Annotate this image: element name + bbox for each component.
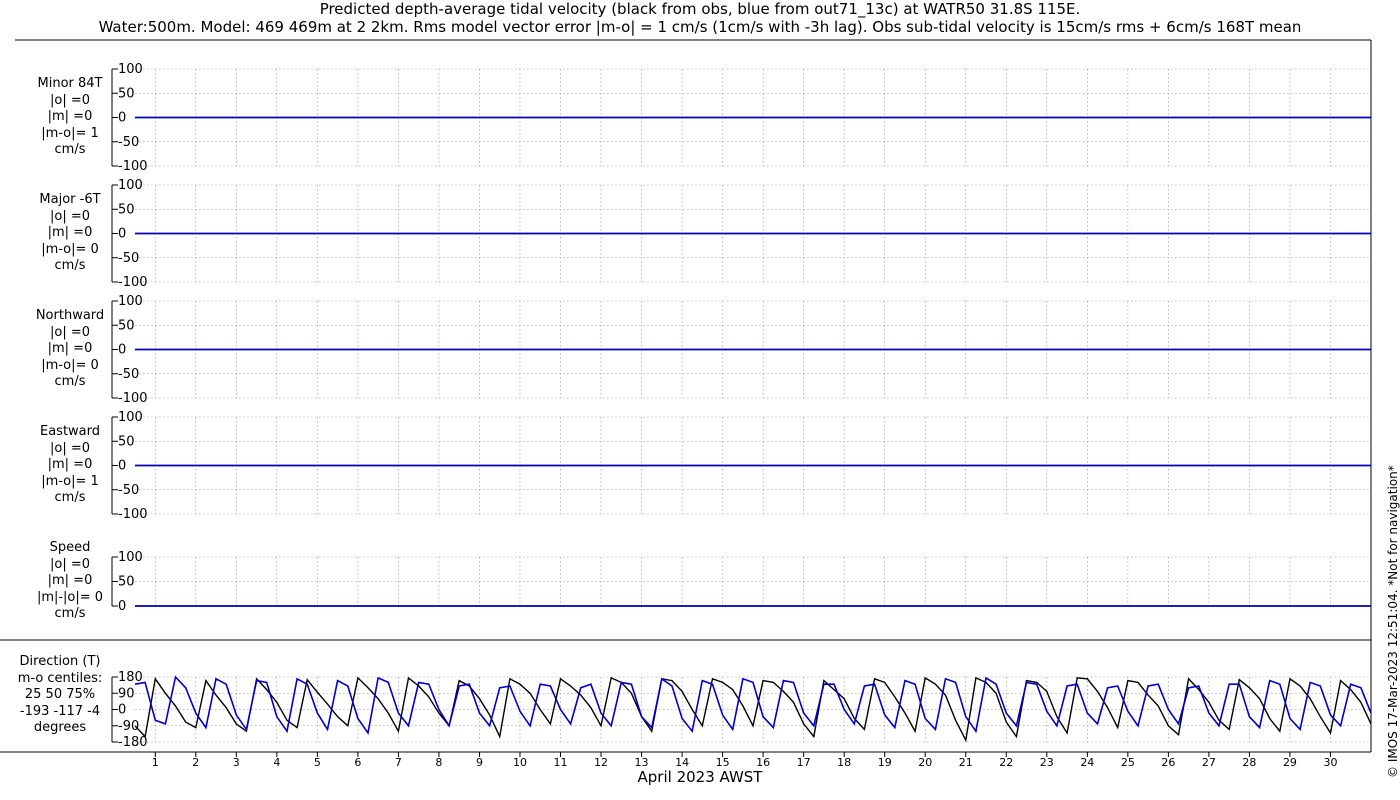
panel-label-northward: Northward |o| =0 |m| =0 |m-o|= 0 cm/s	[5, 308, 135, 391]
panel-label-major: Major -6T |o| =0 |m| =0 |m-o|= 0 cm/s	[5, 192, 135, 275]
y-tick-label: 100	[118, 410, 143, 425]
panel-label-line: |m| =0	[47, 225, 93, 240]
panel-label-line: Minor 84T	[37, 76, 103, 91]
panel-label-line: m-o centiles:	[17, 670, 103, 686]
panel-label-line: |o| =0	[49, 208, 90, 224]
panel-label-line: cm/s	[54, 142, 86, 157]
panel-label-line: |m-o|= 1	[41, 125, 99, 141]
panel-label-line: |o| =0	[49, 324, 90, 340]
y-tick-label: -100	[118, 159, 148, 174]
y-tick-label: 100	[118, 294, 143, 309]
panel-label-line: cm/s	[54, 606, 86, 621]
tidal-velocity-chart: -100-50050100-100-50050100-100-50050100-…	[0, 39, 1372, 769]
panel-label-line: cm/s	[54, 374, 86, 389]
panel-label-line: Eastward	[39, 424, 101, 439]
y-tick-label: 100	[118, 178, 143, 193]
y-tick-label: -180	[118, 735, 148, 750]
y-tick-label: -100	[118, 275, 148, 290]
panel-label-line: |o| =0	[49, 440, 90, 456]
y-tick-label: -100	[118, 391, 148, 406]
panel-label-eastward: Eastward |o| =0 |m| =0 |m-o|= 1 cm/s	[5, 424, 135, 507]
panel-label-minor: Minor 84T |o| =0 |m| =0 |m-o|= 1 cm/s	[5, 76, 135, 159]
panel-label-line: degrees	[33, 720, 87, 735]
panel-label-line: |m-o|= 1	[41, 473, 99, 489]
panel-label-line: |m-o|= 0	[41, 357, 99, 373]
panel-label-line: |m| =0	[47, 573, 93, 588]
panel-label-line: |o| =0	[49, 556, 90, 572]
copyright-notice: © IMOS 17-Mar-2023 12:51:04. *Not for na…	[1386, 465, 1400, 778]
panel-label-line: Major -6T	[39, 192, 101, 207]
panel-label-line: |m| =0	[47, 109, 93, 124]
obs-series-line	[134, 676, 1372, 743]
x-axis-label: April 2023 AWST	[637, 768, 763, 786]
y-tick-label: 90	[118, 686, 135, 701]
panel-label-speed: Speed |o| =0 |m| =0 |m|-|o|= 0 cm/s	[5, 540, 135, 623]
panel-label-line: Speed	[49, 540, 91, 555]
panel-label-line: |m|-|o|= 0	[36, 589, 104, 605]
panel-label-line: 25 50 75%	[24, 687, 96, 702]
panel-label-line: -193 -117 -4	[19, 703, 101, 719]
panel-label-line: |m| =0	[47, 457, 93, 472]
panel-label-line: |o| =0	[49, 92, 90, 108]
y-tick-label: 100	[118, 62, 143, 77]
panel-label-line: |m-o|= 0	[41, 241, 99, 257]
panel-label-direction: Direction (T) m-o centiles: 25 50 75% -1…	[0, 654, 120, 737]
y-tick-label: -100	[118, 507, 148, 522]
panel-label-line: cm/s	[54, 258, 86, 273]
panel-label-line: Northward	[35, 308, 105, 323]
panel-label-line: cm/s	[54, 490, 86, 505]
panel-label-line: Direction (T)	[19, 654, 101, 669]
panel-label-line: |m| =0	[47, 341, 93, 356]
